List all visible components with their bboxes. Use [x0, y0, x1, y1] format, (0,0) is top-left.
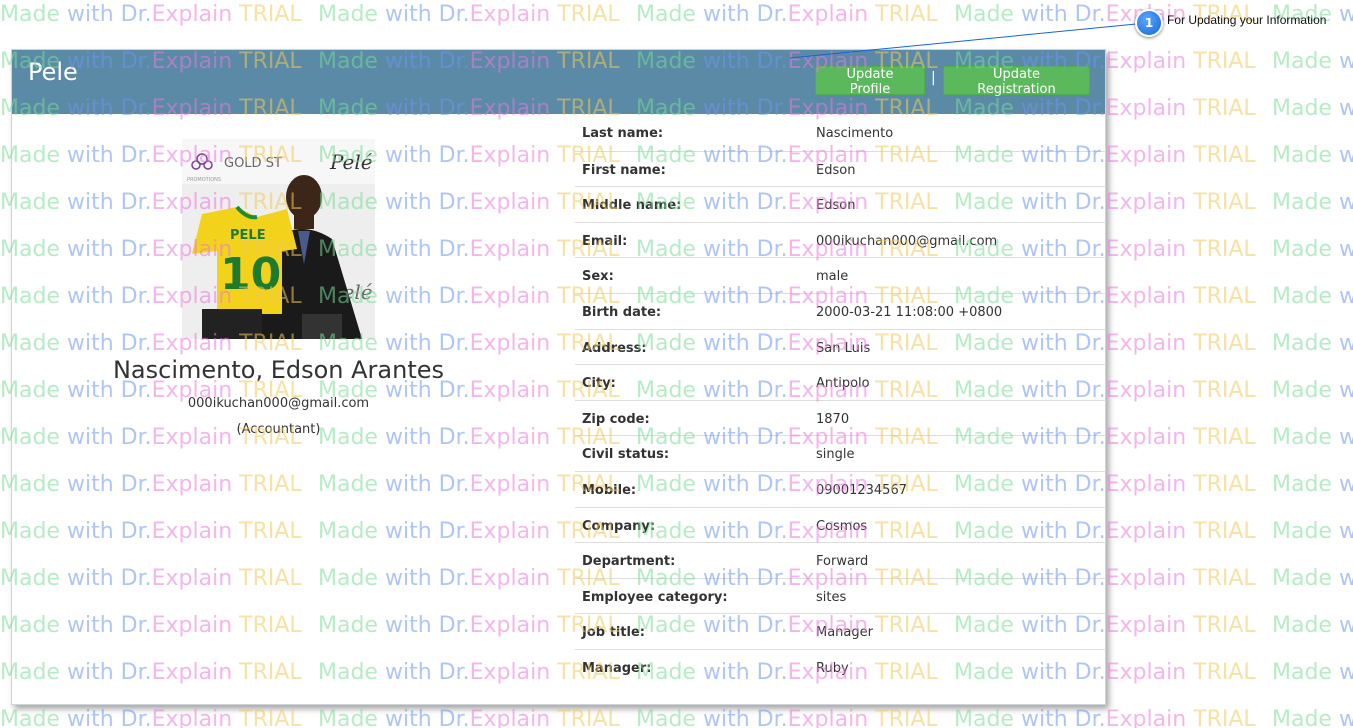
callout-leader-line — [789, 23, 1137, 59]
callout-text: For Updating your Information — [1167, 13, 1327, 27]
callout-number-badge: 1 — [1135, 9, 1163, 37]
